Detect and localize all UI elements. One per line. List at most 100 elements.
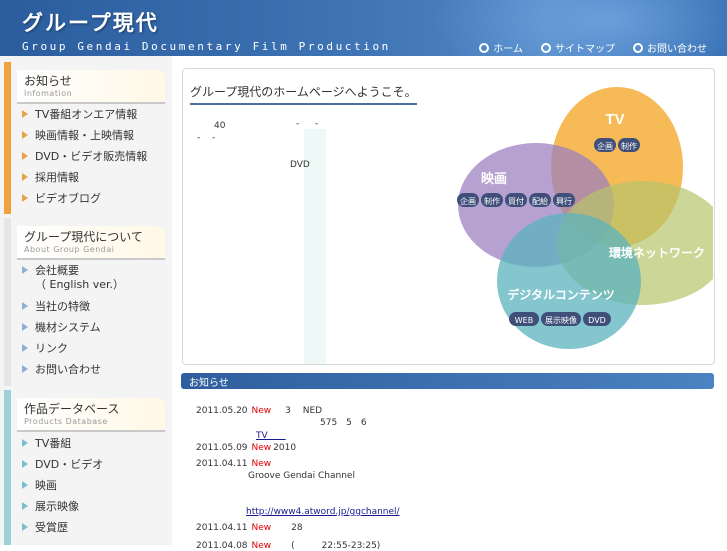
news-row: 2011.05.20 New 3 NED	[196, 403, 322, 416]
sidebar-item-features[interactable]: 当社の特徴	[22, 295, 124, 316]
nav-home[interactable]: ホーム	[479, 40, 523, 55]
news-text: ( 22:55-23:25)	[291, 541, 381, 551]
section-color-bar	[4, 390, 11, 545]
welcome-text-fragment: 40	[214, 121, 226, 131]
news-date: 2011.04.11	[196, 523, 248, 533]
sidebar-item-equipment[interactable]: 機材システム	[22, 316, 124, 337]
main-content: グループ現代のホームページへようこそ。 40 - - - - DVD TV 企画…	[172, 56, 727, 551]
sidebar-item-label: 映画	[35, 478, 57, 492]
triangle-bullet-icon	[22, 322, 28, 331]
nav-home-label: ホーム	[493, 44, 523, 55]
news-date: 2011.04.08	[196, 541, 248, 551]
venn-tag-tv-planning: 企画	[597, 141, 613, 151]
sidebar-item-label: 会社概要	[35, 264, 79, 277]
sidebar-item-videoblog[interactable]: ビデオブログ	[22, 187, 147, 208]
sidebar-item-films[interactable]: 映画	[22, 474, 103, 495]
nav-sitemap-label: サイトマップ	[555, 44, 615, 55]
venn-tag-film-production: 制作	[484, 196, 500, 206]
sidebar-item-label: DVD・ビデオ販売情報	[35, 149, 148, 163]
news-header-bar: お知らせ	[181, 373, 714, 389]
triangle-bullet-icon	[22, 172, 28, 181]
sidebar-item-contact[interactable]: お問い合わせ	[22, 358, 124, 379]
sidebar-item-recruit[interactable]: 採用情報	[22, 166, 147, 187]
section-title: 作品データベース	[24, 402, 120, 416]
triangle-bullet-icon	[22, 522, 28, 531]
news-text: 2010	[273, 443, 297, 453]
sidebar: お知らせ Infomation TV番組オンエア情報 映画情報・上映情報 DVD…	[0, 56, 172, 545]
venn-label-tv: TV	[605, 111, 624, 128]
sidebar-item-label-wrap: 会社概要（ English ver.）	[35, 264, 124, 292]
sidebar-item-label: ビデオブログ	[35, 191, 101, 205]
venn-label-film: 映画	[481, 171, 507, 187]
venn-tag-film-planning: 企画	[460, 196, 476, 206]
venn-tag-film-acquisition: 買付	[508, 196, 524, 206]
news-date: 2011.05.09	[196, 443, 248, 453]
news-link-tv[interactable]: TV	[256, 428, 286, 441]
news-text: 28	[291, 523, 303, 533]
sidebar-item-links[interactable]: リンク	[22, 337, 124, 358]
news-row: 2011.04.11 New	[196, 459, 277, 469]
sidebar-item-label: TV番組	[35, 436, 72, 450]
venn-tag-digital-web: WEB	[515, 316, 533, 325]
sidebar-section-about: グループ現代について About Group Gendai 会社概要（ Engl…	[4, 218, 168, 386]
news-date: 2011.04.11	[196, 459, 248, 469]
welcome-text-fragment: -	[315, 119, 319, 129]
venn-tag-film-screening: 興行	[556, 196, 572, 206]
nav-sitemap[interactable]: サイトマップ	[541, 40, 615, 55]
site-subtitle: Group Gendai Documentary Film Production	[22, 40, 391, 53]
about-menu: 会社概要（ English ver.） 当社の特徴 機材システム リンク お問い…	[22, 261, 124, 379]
triangle-bullet-icon	[22, 501, 28, 510]
section-subtitle: About Group Gendai	[24, 245, 115, 254]
english-version-link[interactable]: （ English ver.）	[35, 278, 124, 292]
new-badge: New	[251, 406, 272, 416]
venn-tag-film-distribution: 配給	[532, 196, 548, 206]
section-title: お知らせ	[24, 74, 72, 88]
sidebar-item-awards[interactable]: 受賞歴	[22, 516, 103, 537]
nav-contact[interactable]: お問い合わせ	[633, 40, 707, 55]
sidebar-item-label: リンク	[35, 341, 68, 355]
sidebar-item-company[interactable]: 会社概要（ English ver.）	[22, 261, 124, 295]
sidebar-item-exhibition[interactable]: 展示映像	[22, 495, 103, 516]
welcome-text-fragment: -	[197, 133, 201, 143]
venn-label-digital: デジタルコンテンツ	[507, 287, 615, 302]
sidebar-item-film-info[interactable]: 映画情報・上映情報	[22, 124, 147, 145]
top-nav: ホーム サイトマップ お問い合わせ	[479, 40, 707, 55]
triangle-bullet-icon	[22, 193, 28, 202]
sidebar-item-label: 映画情報・上映情報	[35, 128, 134, 142]
sidebar-item-tv-onair[interactable]: TV番組オンエア情報	[22, 103, 147, 124]
news-link[interactable]: http://www4.atword.jp/ggchannel/	[246, 507, 400, 517]
triangle-bullet-icon	[22, 301, 28, 310]
business-venn-diagram: TV 企画 制作 映画 企画 制作 買付 配給 興行 環境ネットワーク デジタル…	[457, 87, 713, 349]
circle-bullet-icon	[479, 42, 490, 53]
new-badge: New	[251, 541, 272, 551]
products-menu: TV番組 DVD・ビデオ 映画 展示映像 受賞歴	[22, 432, 103, 537]
triangle-bullet-icon	[22, 438, 28, 447]
triangle-bullet-icon	[22, 364, 28, 373]
site-logo-title[interactable]: グループ現代	[22, 7, 159, 37]
news-link[interactable]: TV	[256, 431, 286, 441]
section-title: グループ現代について	[24, 230, 143, 244]
news-row-line2: Groove Gendai Channel	[248, 471, 355, 481]
triangle-bullet-icon	[22, 266, 28, 274]
sidebar-item-label: 受賞歴	[35, 520, 68, 534]
triangle-bullet-icon	[22, 109, 28, 118]
venn-circle-digital[interactable]	[497, 213, 641, 349]
section-header: グループ現代について About Group Gendai	[17, 226, 165, 260]
sidebar-section-products: 作品データベース Products Database TV番組 DVD・ビデオ …	[4, 390, 168, 545]
section-color-bar	[4, 218, 11, 386]
info-menu: TV番組オンエア情報 映画情報・上映情報 DVD・ビデオ販売情報 採用情報 ビデ…	[22, 103, 147, 208]
sidebar-item-label: お問い合わせ	[35, 362, 101, 376]
venn-tag-digital-dvd: DVD	[588, 316, 606, 325]
sidebar-item-dvd-sales[interactable]: DVD・ビデオ販売情報	[22, 145, 147, 166]
sidebar-item-tv-programs[interactable]: TV番組	[22, 432, 103, 453]
news-date: 2011.05.20	[196, 406, 248, 416]
venn-tag-digital-exhibition: 展示映像	[545, 315, 577, 325]
sidebar-item-label: 当社の特徴	[35, 299, 90, 313]
news-link-ggchannel[interactable]: http://www4.atword.jp/ggchannel/	[246, 507, 400, 517]
sidebar-item-label: DVD・ビデオ	[35, 457, 104, 471]
news-title: お知らせ	[189, 378, 229, 389]
news-row: 2011.05.09 New 2010	[196, 443, 296, 453]
new-badge: New	[251, 523, 272, 533]
sidebar-item-dvd-video[interactable]: DVD・ビデオ	[22, 453, 103, 474]
news-text: 3 NED	[285, 406, 323, 416]
